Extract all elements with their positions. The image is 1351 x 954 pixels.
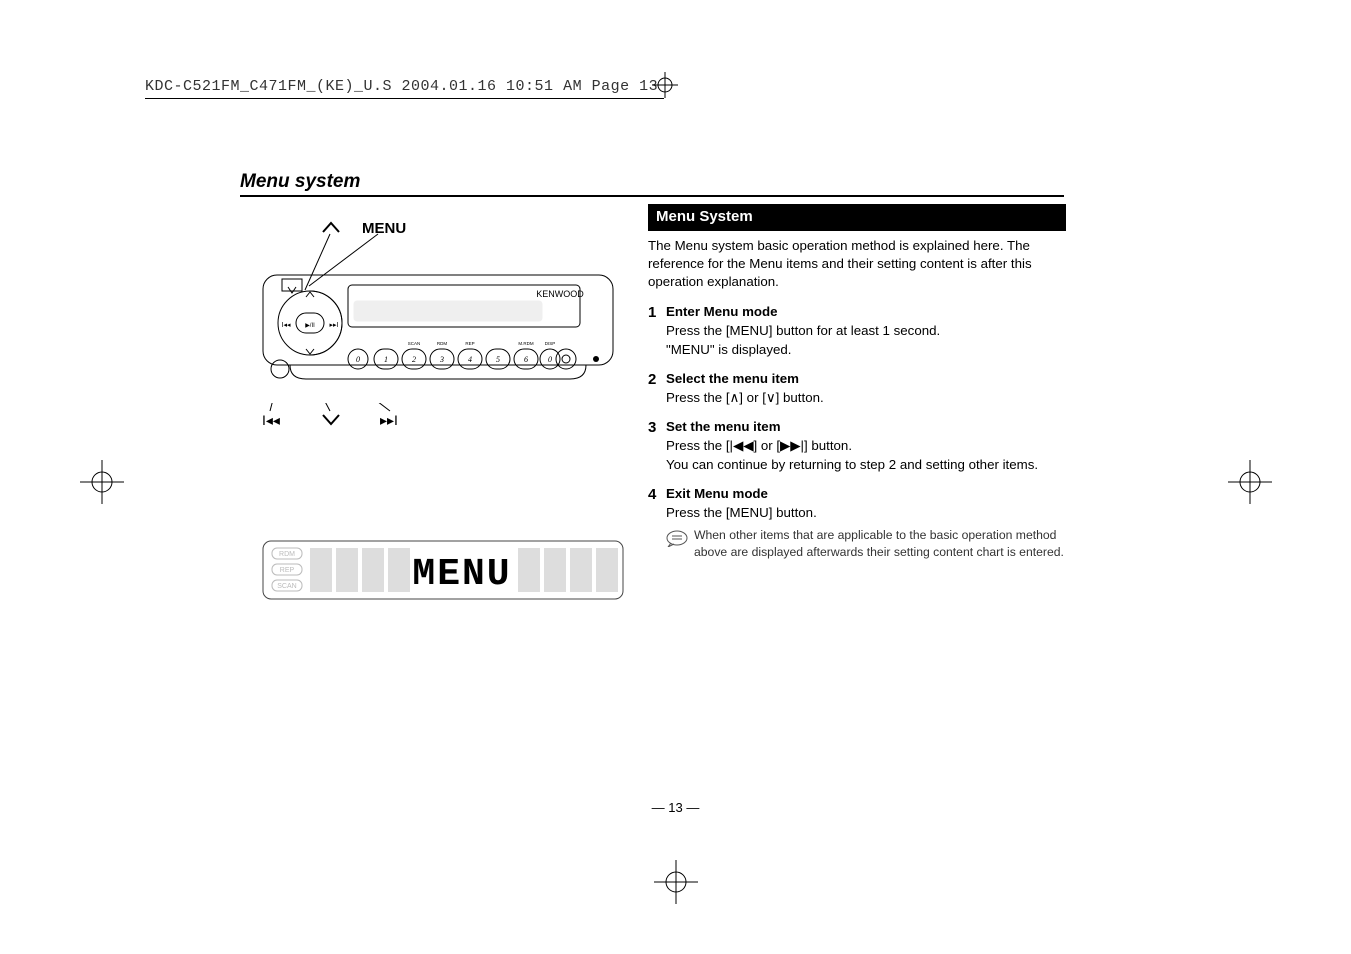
step-line: Press the [∧] or [∨] button. — [666, 389, 1066, 407]
note-icon — [666, 529, 688, 551]
step-title: Select the menu item — [666, 370, 1066, 388]
instructions-heading: Menu System — [648, 204, 1066, 231]
svg-text:1: 1 — [384, 355, 388, 364]
file-header-regmark-icon — [652, 72, 678, 103]
step-title: Enter Menu mode — [666, 303, 1066, 321]
step-line: Press the [MENU] button. — [666, 504, 1066, 522]
svg-text:REP: REP — [465, 341, 474, 346]
section-title: Menu system — [240, 171, 1064, 197]
svg-text:DISP: DISP — [545, 341, 556, 346]
file-header: KDC-C521FM_C471FM_(KE)_U.S 2004.01.16 10… — [145, 78, 664, 99]
step-line: "MENU" is displayed. — [666, 341, 1066, 359]
registration-mark-right-icon — [1228, 460, 1272, 504]
step-3: 3 Set the menu item Press the [|◀◀] or [… — [648, 418, 1066, 475]
car-stereo-face-icon: ▶/II I◂◂ ▸▸I KENWOOD 0 — [262, 265, 614, 405]
step-number: 4 — [648, 485, 666, 561]
svg-text:▶/II: ▶/II — [305, 323, 315, 329]
step-line: Press the [MENU] button for at least 1 s… — [666, 322, 1066, 340]
svg-text:▸▸I: ▸▸I — [330, 322, 339, 329]
svg-text:6: 6 — [524, 355, 528, 364]
svg-text:SCAN: SCAN — [277, 583, 296, 590]
svg-text:2: 2 — [412, 355, 416, 364]
svg-text:SCAN: SCAN — [408, 341, 421, 346]
svg-text:RDM: RDM — [437, 341, 447, 346]
registration-mark-left-icon — [80, 460, 124, 504]
lcd-text: MENU — [412, 553, 511, 596]
page-number: — 13 — — [0, 800, 1351, 815]
svg-text:0: 0 — [548, 355, 552, 364]
step-line: You can continue by returning to step 2 … — [666, 456, 1066, 474]
instructions-intro: The Menu system basic operation method i… — [648, 237, 1066, 291]
radio-diagram: MENU ▶/II — [262, 220, 614, 443]
svg-text:5: 5 — [496, 355, 500, 364]
svg-text:I◂◂: I◂◂ — [282, 322, 291, 329]
svg-text:REP: REP — [280, 567, 295, 574]
svg-text:3: 3 — [439, 355, 444, 364]
step-2: 2 Select the menu item Press the [∧] or … — [648, 370, 1066, 408]
step-title: Set the menu item — [666, 418, 1066, 436]
instructions-column: Menu System The Menu system basic operat… — [648, 204, 1066, 570]
bottom-leaders-icon — [262, 403, 442, 423]
svg-text:4: 4 — [468, 355, 472, 364]
step-title: Exit Menu mode — [666, 485, 1066, 503]
step-4: 4 Exit Menu mode Press the [MENU] button… — [648, 485, 1066, 561]
note-text: When other items that are applicable to … — [694, 527, 1066, 560]
brand-label: KENWOOD — [536, 289, 584, 299]
step-number: 1 — [648, 303, 666, 360]
step-1: 1 Enter Menu mode Press the [MENU] butto… — [648, 303, 1066, 360]
registration-mark-bottom-icon — [654, 860, 698, 904]
svg-text:M.RDM: M.RDM — [518, 341, 533, 346]
step-number: 3 — [648, 418, 666, 475]
svg-text:RDM: RDM — [279, 551, 295, 558]
lcd-display-icon: RDM REP SCAN MENU — [262, 540, 624, 600]
svg-text:0: 0 — [356, 355, 360, 364]
step-number: 2 — [648, 370, 666, 408]
step-line: Press the [|◀◀] or [▶▶|] button. — [666, 437, 1066, 455]
